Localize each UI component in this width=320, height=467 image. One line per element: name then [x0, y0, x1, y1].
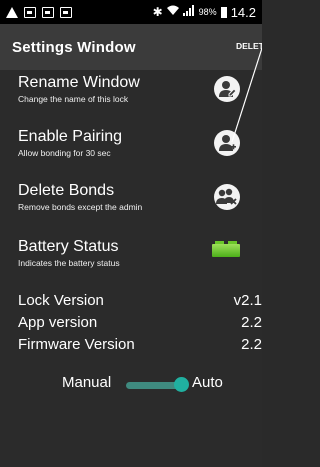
status-bar: ✱ 98% 14.2 [0, 0, 262, 24]
battery-icon [220, 6, 227, 18]
warning-icon [6, 6, 18, 18]
app-version-row: App version 2.2 [18, 314, 262, 334]
auto-label: Auto [192, 374, 223, 391]
battery-full-icon [212, 241, 240, 257]
lock-version-label: Lock Version [18, 292, 104, 309]
mode-switch-knob[interactable] [174, 377, 189, 392]
signal-icon [182, 5, 195, 19]
clock: 14.2 [230, 4, 256, 20]
toolbar: Settings Window DELETE [0, 24, 262, 70]
person-edit-icon[interactable] [214, 76, 240, 102]
bluetooth-icon: ✱ [152, 5, 163, 19]
delete-button[interactable]: DELETE [236, 41, 262, 51]
overlay-line [231, 47, 262, 143]
person-add-icon[interactable] [214, 130, 240, 156]
lock-version-row: Lock Version v2.1 [18, 292, 262, 312]
delete-bonds-item[interactable]: Delete Bonds Remove bonds except the adm… [0, 180, 262, 226]
page-title: Settings Window [12, 38, 136, 56]
battery-percent: 98% [198, 7, 217, 17]
enable-pairing-item[interactable]: Enable Pairing Allow bonding for 30 sec [0, 126, 262, 172]
mode-toggle-row: Manual Auto [0, 374, 262, 396]
download-icon [60, 6, 72, 18]
wifi-icon [166, 5, 179, 19]
manual-label: Manual [62, 374, 112, 391]
app-version-label: App version [18, 314, 98, 331]
shopping-bag-icon [42, 6, 54, 18]
app-screen: ✱ 98% 14.2 Settings Window DELETE Rename… [0, 0, 262, 467]
battery-status-item: Battery Status Indicates the battery sta… [0, 236, 262, 282]
battery-status-subtitle: Indicates the battery status [18, 258, 120, 268]
person-remove-icon[interactable] [214, 184, 240, 210]
app-version-value: 2.2 [241, 314, 262, 331]
firmware-version-label: Firmware Version [18, 336, 135, 353]
rename-window-item[interactable]: Rename Window Change the name of this lo… [0, 72, 262, 118]
firmware-version-value: 2.2 [241, 336, 262, 353]
lock-version-value: v2.1 [233, 292, 262, 309]
firmware-version-row: Firmware Version 2.2 [18, 336, 262, 356]
gallery-icon [24, 6, 36, 18]
